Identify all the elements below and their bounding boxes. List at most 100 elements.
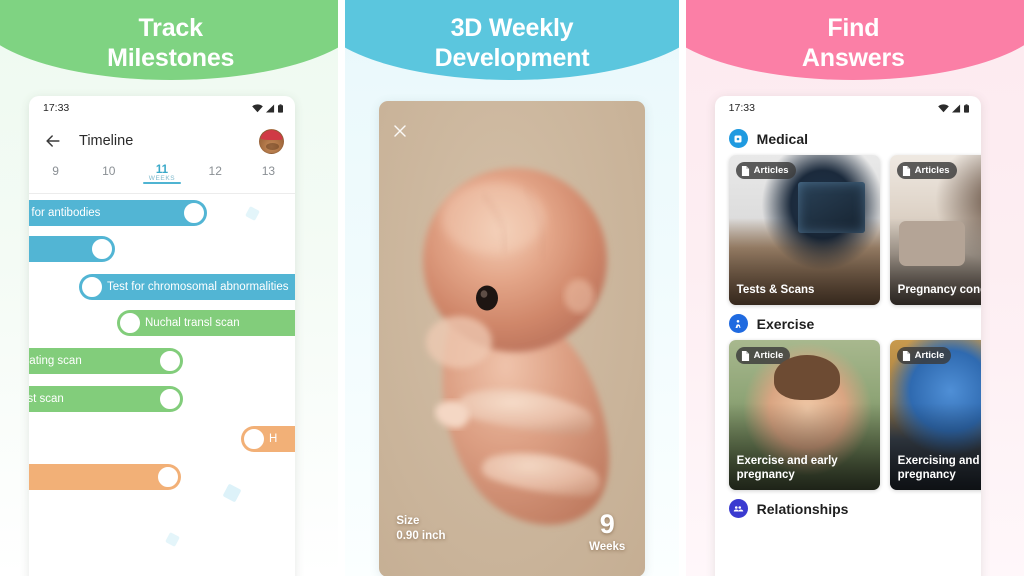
article-card[interactable]: Articles Tests & Scans <box>728 155 880 305</box>
milestone-bar[interactable]: 1st scan <box>29 386 183 412</box>
milestone-bar-handle[interactable] <box>81 276 103 298</box>
confetti-decor <box>222 483 242 503</box>
phone-mock-answers: 17:33 Medical Articles Tests & Scans Articl… <box>714 96 981 576</box>
status-time: 17:33 <box>728 102 755 114</box>
battery-icon <box>963 103 969 113</box>
signal-icon <box>951 103 961 113</box>
panel-title-line1: Track <box>138 13 203 42</box>
milestone-bar[interactable]: H <box>241 426 295 452</box>
weeks-tab-strip[interactable]: 9 10 11 WEEKS 12 13 <box>29 162 295 194</box>
embryo-illustration <box>423 168 610 525</box>
weeks-number: 9 <box>599 509 615 539</box>
panel-divider <box>338 0 345 576</box>
milestone-bar-handle[interactable] <box>243 428 265 450</box>
size-label: Size <box>396 514 420 527</box>
back-icon[interactable] <box>43 131 63 151</box>
panel-title-line2: Milestones <box>107 44 235 72</box>
article-card[interactable]: Articles Pregnancy conditions <box>889 155 981 305</box>
milestone-bar-handle[interactable] <box>183 202 205 224</box>
answers-content: Medical Articles Tests & Scans Articles Preg… <box>715 120 981 525</box>
embryo-weeks-meta: 9 Weeks <box>589 509 626 554</box>
embryo-size-meta: Size 0.90 inch <box>396 514 445 545</box>
week-tab-10[interactable]: 10 <box>82 162 135 178</box>
panel-divider <box>679 0 686 576</box>
phone-mock-timeline: 17:33 Timeline 9 10 11 WEEKS 12 13 t for… <box>29 96 295 576</box>
status-icons <box>252 103 283 113</box>
section-title: Relationships <box>756 500 849 517</box>
confetti-decor <box>245 206 260 221</box>
article-type-badge: Articles <box>735 162 796 179</box>
week-tab-11[interactable]: 11 WEEKS <box>135 162 188 184</box>
article-type-label: Article <box>753 350 784 361</box>
wifi-icon <box>937 103 949 113</box>
article-type-label: Article <box>914 350 945 361</box>
battery-icon <box>278 103 283 113</box>
panel-title: Track Milestones <box>0 0 341 86</box>
week-tab-13[interactable]: 13 <box>242 162 295 178</box>
exercise-icon <box>728 314 748 333</box>
week-tab-12[interactable]: 12 <box>189 162 242 178</box>
milestone-bar-handle[interactable] <box>119 312 141 334</box>
section-title: Medical <box>756 130 809 147</box>
milestone-bar[interactable]: Test for chromosomal abnormalities <box>79 274 295 300</box>
section-header-relationships: Relationships <box>715 490 981 525</box>
panel-3d-weekly-development: 3D Weekly Development Size 0.90 inch 9 W… <box>341 0 683 576</box>
article-card-row[interactable]: Article Exercise and early pregnancy Artic… <box>715 340 981 490</box>
milestone-bar-handle[interactable] <box>91 238 113 260</box>
weeks-label: Weeks <box>589 541 626 553</box>
panel-title-line1: 3D Weekly <box>450 13 574 42</box>
article-card-title: Exercise and early pregnancy <box>736 455 838 482</box>
week-tab-number: 9 <box>52 164 59 178</box>
confetti-decor <box>165 532 180 547</box>
milestone-bar-label: 1st scan <box>29 393 64 405</box>
milestone-bar-label: Test for chromosomal abnormalities <box>107 281 289 293</box>
panel-find-answers: Find Answers 17:33 Medical Articles Test… <box>682 0 1024 576</box>
article-card-title: Pregnancy conditions <box>897 284 981 297</box>
panel-title-line2: Answers <box>801 44 905 72</box>
article-type-badge: Articles <box>896 162 957 179</box>
article-card[interactable]: Article Exercise and early pregnancy <box>728 340 880 490</box>
embryo-3d-card: Size 0.90 inch 9 Weeks <box>379 101 646 576</box>
panel-track-milestones: Track Milestones 17:33 Timeline 9 10 11 … <box>0 0 342 576</box>
wifi-icon <box>252 103 263 113</box>
milestone-bar-label: t for antibodies <box>29 207 101 219</box>
milestone-bar[interactable]: t for antibodies <box>29 200 207 226</box>
week-tab-number: 13 <box>261 164 276 178</box>
article-type-label: Articles <box>753 165 789 176</box>
status-time: 17:33 <box>43 102 70 114</box>
section-title: Exercise <box>756 315 815 332</box>
milestone-bar[interactable] <box>29 236 115 262</box>
article-card-title: Tests & Scans <box>736 284 815 297</box>
close-icon[interactable] <box>390 121 410 141</box>
article-type-label: Articles <box>914 165 950 176</box>
signal-icon <box>266 103 275 113</box>
milestone-bar[interactable] <box>29 464 181 490</box>
milestone-gantt: t for antibodies Test for chromosomal abn… <box>29 194 295 574</box>
avatar[interactable] <box>259 128 284 154</box>
document-icon <box>741 350 750 361</box>
section-header-exercise: Exercise <box>715 305 981 340</box>
milestone-bar-handle[interactable] <box>159 388 181 410</box>
article-card-row[interactable]: Articles Tests & Scans Articles Pregnancy c… <box>715 155 981 305</box>
milestone-bar[interactable]: Nuchal transl scan <box>117 310 295 336</box>
milestone-bar-label: Dating scan <box>29 355 82 367</box>
panel-title: 3D Weekly Development <box>341 0 682 86</box>
panel-title-line2: Development <box>434 44 590 72</box>
milestone-bar-handle[interactable] <box>159 350 181 372</box>
article-card-title: Exercising and pregnancy <box>897 455 980 482</box>
week-tab-9[interactable]: 9 <box>29 162 82 178</box>
status-bar: 17:33 <box>715 96 981 120</box>
medical-icon <box>728 129 748 148</box>
article-type-badge: Article <box>896 347 952 364</box>
relationships-icon <box>728 499 748 518</box>
article-type-badge: Article <box>735 347 791 364</box>
week-tab-number: 12 <box>208 164 222 178</box>
article-card[interactable]: Article Exercising and pregnancy <box>889 340 981 490</box>
milestone-bar-handle[interactable] <box>157 466 179 488</box>
milestone-bar[interactable]: Dating scan <box>29 348 183 374</box>
screenshot-stage: Track Milestones 17:33 Timeline 9 10 11 … <box>0 0 1024 576</box>
page-title: Timeline <box>79 133 134 149</box>
week-tab-number: 10 <box>102 164 116 178</box>
app-bar: Timeline <box>29 120 295 162</box>
panel-title: Find Answers <box>683 0 1024 86</box>
